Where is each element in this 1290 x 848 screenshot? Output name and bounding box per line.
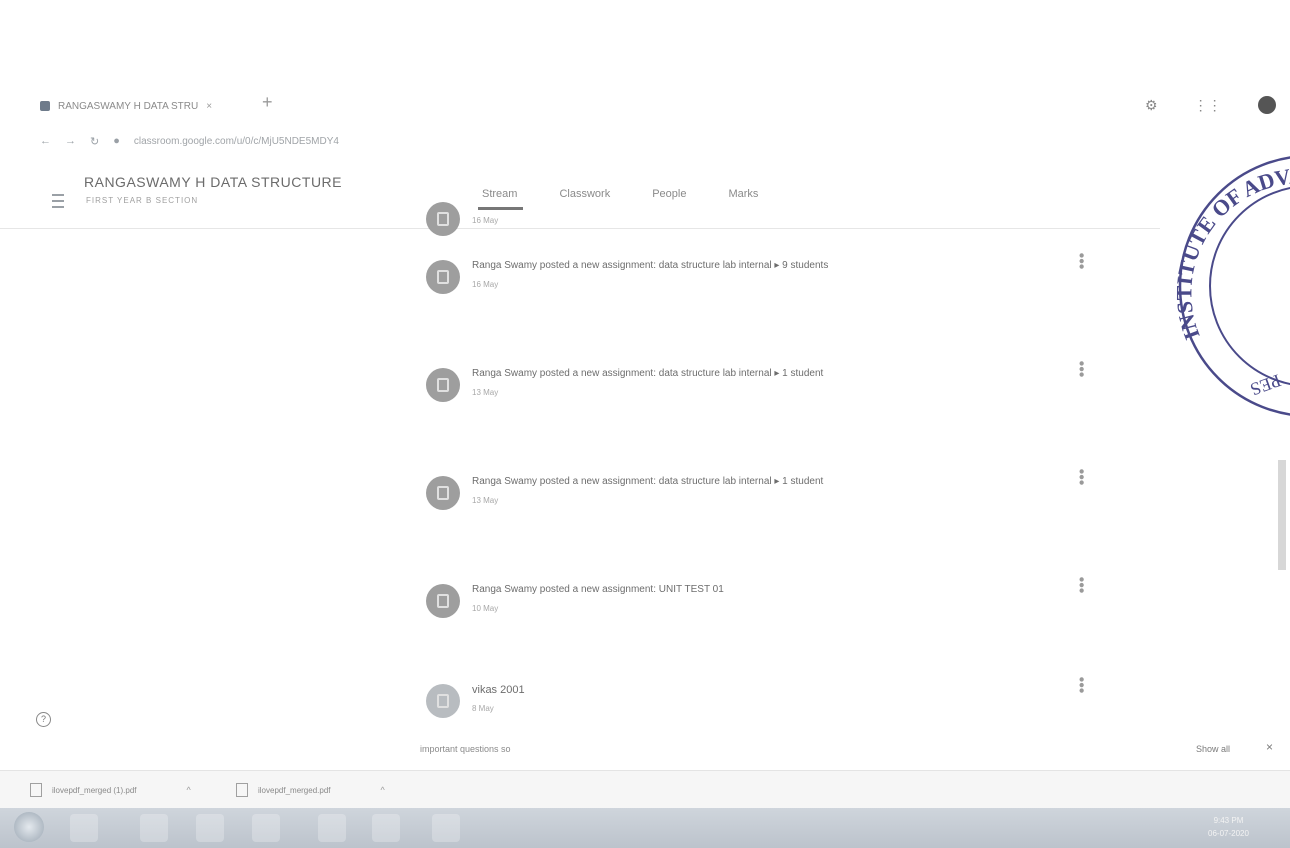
- browser-tab[interactable]: RANGASWAMY H DATA STRU ×: [40, 96, 212, 116]
- more-options-icon[interactable]: •••: [1071, 677, 1089, 694]
- download-filename[interactable]: ilovepdf_merged (1).pdf: [52, 786, 137, 795]
- help-icon[interactable]: ?: [36, 712, 51, 727]
- taskbar-window-icon[interactable]: [372, 814, 400, 842]
- class-title[interactable]: RANGASWAMY H DATA STRUCTURE: [84, 174, 342, 190]
- list-item[interactable]: Ranga Swamy posted a new assignment: dat…: [420, 358, 1090, 418]
- start-button[interactable]: [14, 812, 44, 842]
- post-text[interactable]: Ranga Swamy posted a new assignment: UNI…: [472, 584, 724, 595]
- assignment-icon: [426, 368, 460, 402]
- post-date: 13 May: [472, 496, 499, 505]
- post-date: 10 May: [472, 604, 499, 613]
- post-date: 8 May: [472, 704, 494, 713]
- address-bar[interactable]: ← → ↻ ● classroom.google.com/u/0/c/MjU5N…: [40, 132, 339, 150]
- taskbar-folder-icon[interactable]: [140, 814, 168, 842]
- browser-tab-title: RANGASWAMY H DATA STRU: [58, 100, 199, 112]
- list-item[interactable]: Ranga Swamy posted a new assignment: dat…: [420, 466, 1090, 526]
- svg-text:INSTITUTE OF ADVANCED MAN: INSTITUTE OF ADVANCED MAN: [1171, 163, 1290, 343]
- settings-icon[interactable]: ⚙: [1145, 97, 1158, 114]
- list-item[interactable]: Ranga Swamy posted a new assignment: UNI…: [420, 574, 1090, 634]
- taskbar-app-icon[interactable]: [252, 814, 280, 842]
- pdf-file-icon: [236, 783, 248, 797]
- institute-stamp: INSTITUTE OF ADVANCED MAN PES: [1160, 126, 1290, 430]
- post-text[interactable]: Ranga Swamy posted a new assignment: dat…: [472, 260, 828, 271]
- post-text[interactable]: Ranga Swamy posted a new assignment: dat…: [472, 368, 823, 379]
- scrollbar[interactable]: [1278, 460, 1286, 570]
- lock-icon: ●: [113, 135, 120, 147]
- post-date: 16 May: [472, 216, 499, 225]
- download-item[interactable]: ilovepdf_merged (1).pdf ^: [30, 783, 191, 797]
- more-options-icon[interactable]: •••: [1071, 361, 1089, 378]
- url-text[interactable]: classroom.google.com/u/0/c/MjU5NDE5MDY4: [134, 136, 339, 147]
- more-options-icon[interactable]: •••: [1071, 253, 1089, 270]
- header-actions: ⚙ ⋮⋮: [1145, 96, 1276, 114]
- post-body: important questions so: [420, 744, 511, 754]
- download-filename[interactable]: ilovepdf_merged.pdf: [258, 786, 331, 795]
- assignment-icon: [426, 476, 460, 510]
- list-item[interactable]: vikas 2001 8 May ••• important questions…: [420, 674, 1090, 764]
- forward-icon[interactable]: →: [65, 135, 76, 147]
- system-clock[interactable]: 9:43 PM 06-07-2020: [1208, 814, 1249, 840]
- list-item[interactable]: 16 May: [420, 192, 1090, 252]
- post-text[interactable]: Ranga Swamy posted a new assignment: dat…: [472, 476, 823, 487]
- user-avatar: [426, 684, 460, 718]
- back-icon[interactable]: ←: [40, 135, 51, 147]
- clock-date: 06-07-2020: [1208, 829, 1249, 838]
- new-tab-button[interactable]: +: [262, 92, 273, 113]
- post-author[interactable]: vikas 2001: [472, 684, 525, 696]
- windows-taskbar: 9:43 PM 06-07-2020: [0, 808, 1290, 848]
- browser-tab-strip: RANGASWAMY H DATA STRU × +: [0, 0, 1290, 120]
- reload-icon[interactable]: ↻: [90, 135, 99, 148]
- assignment-icon: [426, 202, 460, 236]
- close-downloads-icon[interactable]: ×: [1266, 740, 1273, 754]
- clock-time: 9:43 PM: [1213, 816, 1244, 825]
- download-item[interactable]: ilovepdf_merged.pdf ^: [236, 783, 385, 797]
- pdf-file-icon: [30, 783, 42, 797]
- assignment-icon: [426, 584, 460, 618]
- show-all-downloads-link[interactable]: Show all: [1196, 744, 1230, 754]
- assignment-icon: [426, 260, 460, 294]
- stamp-seal: INSTITUTE OF ADVANCED MAN PES: [1171, 156, 1290, 416]
- taskbar-explorer-icon[interactable]: [70, 814, 98, 842]
- list-item[interactable]: Ranga Swamy posted a new assignment: dat…: [420, 250, 1090, 310]
- chevron-up-icon[interactable]: ^: [187, 785, 191, 795]
- close-tab-icon[interactable]: ×: [206, 101, 212, 112]
- taskbar-pdf-icon[interactable]: [432, 814, 460, 842]
- chevron-up-icon[interactable]: ^: [381, 785, 385, 795]
- downloads-shelf: ilovepdf_merged (1).pdf ^ ilovepdf_merge…: [0, 770, 1290, 809]
- more-options-icon[interactable]: •••: [1071, 577, 1089, 594]
- hamburger-menu-icon[interactable]: [52, 194, 64, 208]
- apps-grid-icon[interactable]: ⋮⋮: [1194, 97, 1222, 114]
- class-section: FIRST YEAR B SECTION: [86, 196, 199, 205]
- stamp-text: INSTITUTE OF ADVANCED MAN: [1171, 163, 1290, 343]
- account-avatar[interactable]: [1257, 96, 1276, 114]
- post-date: 16 May: [472, 280, 499, 289]
- stamp-bottom-text: PES: [1248, 370, 1284, 399]
- taskbar-chrome-icon[interactable]: [318, 814, 346, 842]
- post-date: 13 May: [472, 388, 499, 397]
- classroom-favicon-icon: [40, 101, 50, 111]
- more-options-icon[interactable]: •••: [1071, 469, 1089, 486]
- taskbar-media-icon[interactable]: [196, 814, 224, 842]
